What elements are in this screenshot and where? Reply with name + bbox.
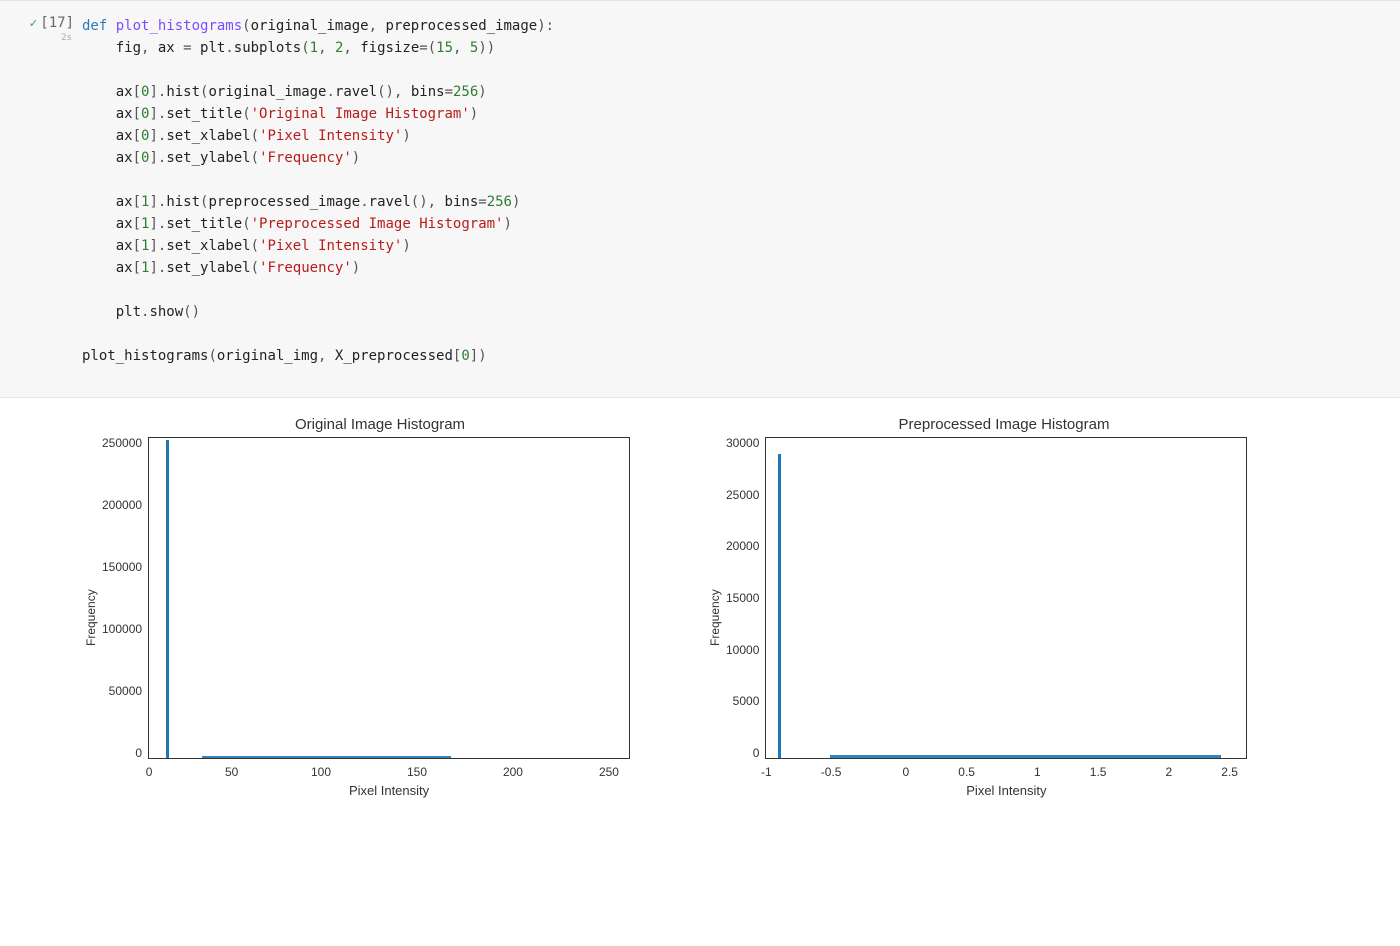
plot-axes <box>765 437 1247 759</box>
x-axis-label: Pixel Intensity <box>966 783 1046 798</box>
y-axis-label: Frequency <box>704 437 726 798</box>
x-axis-ticks: -1-0.500.511.522.5 <box>766 765 1246 779</box>
x-axis-label: Pixel Intensity <box>349 783 429 798</box>
cell-gutter: ✓[17] 2s <box>6 15 82 43</box>
plot-title: Preprocessed Image Histogram <box>704 416 1304 433</box>
y-axis-ticks: 300002500020000150001000050000 <box>726 437 765 759</box>
cell-output: Original Image Histogram Frequency 25000… <box>0 398 1400 806</box>
plot-axes <box>148 437 630 759</box>
code-editor[interactable]: def plot_histograms(original_image, prep… <box>82 15 554 367</box>
y-axis-label: Frequency <box>80 437 102 798</box>
plot-title: Original Image Histogram <box>80 416 680 433</box>
histogram-original: Original Image Histogram Frequency 25000… <box>80 416 680 798</box>
success-icon: ✓ <box>29 16 37 31</box>
execution-count: [17] <box>40 15 74 31</box>
x-axis-ticks: 050100150200250 <box>149 765 629 779</box>
histogram-preprocessed: Preprocessed Image Histogram Frequency 3… <box>704 416 1304 798</box>
y-axis-ticks: 250000200000150000100000500000 <box>102 437 148 759</box>
execution-timing: 2s <box>6 33 72 43</box>
code-cell[interactable]: ✓[17] 2s def plot_histograms(original_im… <box>0 0 1400 398</box>
figure-row: Original Image Histogram Frequency 25000… <box>80 416 1400 798</box>
